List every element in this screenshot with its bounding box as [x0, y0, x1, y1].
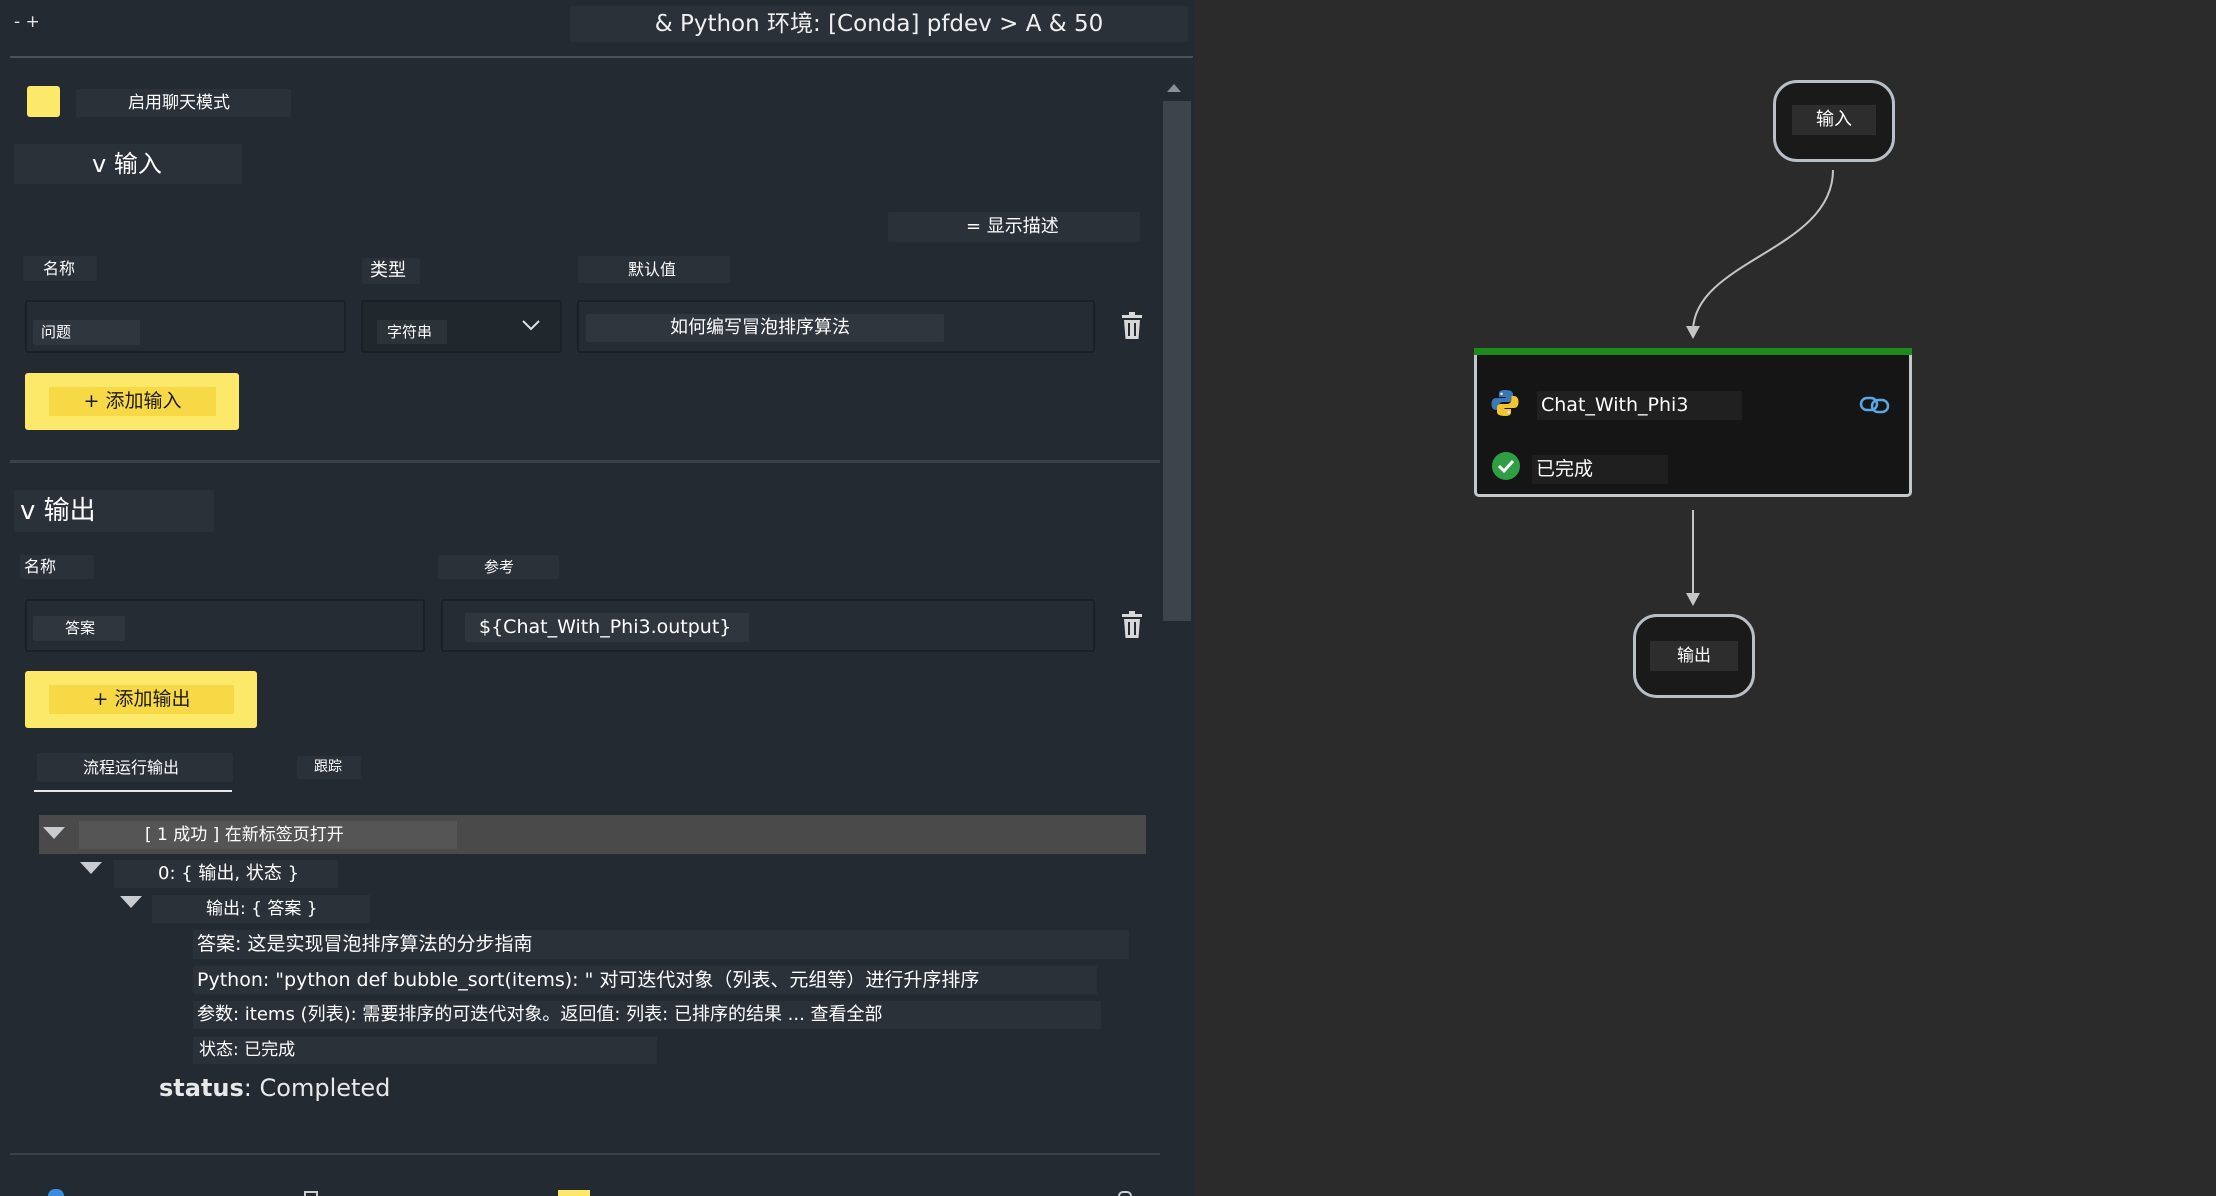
output-header-reference: 参考 — [438, 555, 559, 579]
scroll-up-arrow-icon[interactable] — [1167, 84, 1181, 92]
input-default-value: 如何编写冒泡排序算法 — [586, 314, 944, 342]
node-status-bar — [1474, 348, 1912, 355]
run-output-root-label[interactable]: [ 1 成功 ] 在新标签页打开 — [79, 821, 457, 849]
show-description-toggle[interactable]: = 显示描述 — [888, 212, 1140, 242]
output-reference-field[interactable]: ${Chat_With_Phi3.output} — [441, 599, 1095, 652]
collapse-caret-icon[interactable] — [120, 896, 142, 908]
output-reference-value: ${Chat_With_Phi3.output} — [465, 613, 749, 642]
add-input-label: + 添加输入 — [49, 387, 216, 416]
trash-icon[interactable] — [1120, 312, 1144, 340]
status-value: : Completed — [243, 1074, 391, 1102]
chevron-down-icon[interactable] — [521, 318, 541, 332]
output-name-field[interactable]: 答案 — [25, 599, 425, 652]
output-section-toggle[interactable]: v 输出 — [14, 490, 214, 532]
bottom-divider — [10, 1153, 1160, 1155]
window-corner-controls[interactable]: - + — [14, 12, 40, 32]
flow-output-node[interactable]: 输出 — [1633, 614, 1755, 698]
tab-flow-run-output[interactable]: 流程运行输出 — [37, 753, 233, 782]
input-name-value: 问题 — [33, 320, 140, 345]
link-icon[interactable] — [1859, 393, 1891, 417]
edge-arrowhead — [1686, 593, 1700, 606]
graph-edges — [1686, 169, 1834, 606]
add-output-label: + 添加输出 — [49, 685, 234, 714]
python-icon — [1491, 390, 1519, 416]
status-key: status — [159, 1074, 244, 1102]
input-default-field[interactable]: 如何编写冒泡排序算法 — [577, 300, 1095, 353]
output-header-name: 名称 — [20, 555, 94, 579]
input-header-type: 类型 — [362, 258, 420, 284]
add-output-button[interactable]: + 添加输出 — [25, 671, 257, 728]
bottom-toolbar-icon[interactable] — [558, 1190, 590, 1196]
check-circle-icon — [1492, 452, 1520, 480]
scrollbar-thumb[interactable] — [1163, 101, 1191, 621]
trash-icon[interactable] — [1120, 611, 1144, 639]
node-title: Chat_With_Phi3 — [1537, 391, 1742, 420]
llm-node-chat-with-phi3[interactable]: Chat_With_Phi3 已完成 — [1474, 348, 1912, 497]
collapse-caret-icon[interactable] — [80, 862, 102, 874]
input-name-field[interactable]: 问题 — [25, 300, 346, 353]
output-name-value: 答案 — [33, 616, 125, 641]
input-header-name: 名称 — [23, 256, 97, 281]
run-output-item-0[interactable]: 0: { 输出, 状态 } — [114, 860, 338, 888]
edge-input-to-node — [1692, 169, 1834, 331]
run-output-line: 状态: 已完成 — [193, 1037, 657, 1064]
input-type-select[interactable]: 字符串 — [361, 300, 562, 353]
chat-mode-checkbox[interactable] — [27, 86, 60, 117]
edge-arrowhead — [1686, 326, 1700, 339]
run-output-root-row[interactable]: [ 1 成功 ] 在新标签页打开 — [39, 815, 1146, 854]
flow-output-node-label: 输出 — [1650, 641, 1738, 671]
flow-graph-canvas[interactable]: 输入 Chat_With_Phi3 已完成 输出 — [1195, 0, 2216, 1196]
flow-input-node-label: 输入 — [1792, 105, 1876, 135]
bottom-toolbar-icon[interactable] — [304, 1191, 318, 1196]
add-input-button[interactable]: + 添加输入 — [25, 373, 239, 430]
environment-title[interactable]: & Python 环境: [Conda] pfdev > A & 50 — [570, 6, 1188, 42]
run-output-line: 参数: items (列表): 需要排序的可迭代对象。返回值: 列表: 已排序的… — [193, 1001, 1101, 1029]
flow-input-node[interactable]: 输入 — [1773, 80, 1895, 162]
node-status: 已完成 — [1532, 455, 1668, 484]
bottom-toolbar-icon[interactable] — [48, 1189, 64, 1196]
section-divider — [10, 460, 1160, 463]
input-header-default: 默认值 — [578, 256, 730, 283]
status-summary: status: Completed — [159, 1072, 390, 1104]
toolbar-divider — [10, 56, 1193, 58]
bottom-toolbar-icon[interactable] — [1118, 1191, 1132, 1196]
run-output-line: Python: "python def bubble_sort(items): … — [193, 966, 1097, 994]
flow-editor-panel: - + & Python 环境: [Conda] pfdev > A & 50 … — [0, 0, 1195, 1196]
input-section-toggle[interactable]: v 输入 — [14, 144, 242, 184]
run-output-output-node[interactable]: 输出: { 答案 } — [152, 895, 370, 923]
chat-mode-label: 启用聊天模式 — [76, 89, 291, 117]
input-type-value: 字符串 — [377, 320, 447, 344]
tab-trace[interactable]: 跟踪 — [297, 756, 361, 779]
collapse-caret-icon[interactable] — [43, 827, 65, 839]
run-output-line: 答案: 这是实现冒泡排序算法的分步指南 — [193, 930, 1129, 959]
active-tab-underline — [34, 790, 232, 792]
